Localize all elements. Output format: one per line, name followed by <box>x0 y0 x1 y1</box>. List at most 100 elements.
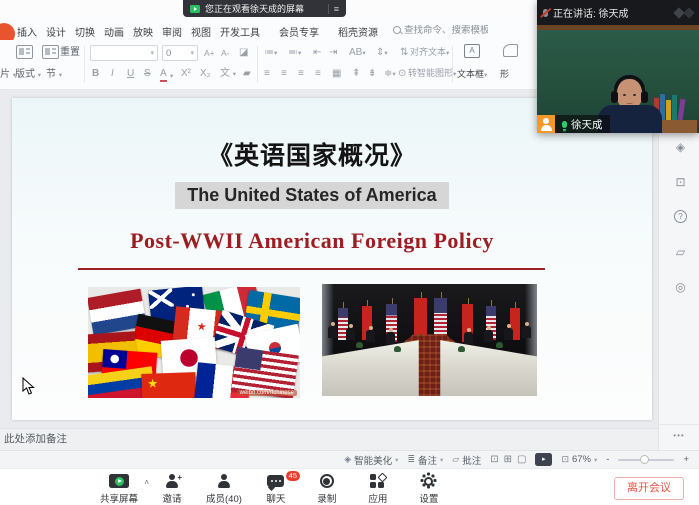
zoom-in-button[interactable]: + <box>683 454 689 465</box>
line-spacing-button[interactable]: ⇕▾ <box>376 46 388 60</box>
command-search[interactable] <box>393 23 488 38</box>
slide-title[interactable]: 《英语国家概况》 <box>12 136 612 172</box>
beautify-icon[interactable]: ◈ <box>673 140 688 155</box>
shape-icon[interactable] <box>503 44 518 57</box>
slide-subtitle[interactable]: The United States of America <box>175 182 448 209</box>
search-input[interactable] <box>404 25 488 36</box>
subscript-button[interactable]: X₂ <box>200 67 211 80</box>
section-dropdown[interactable]: 节 ▾ <box>46 68 62 82</box>
menu-devtools[interactable]: 开发工具 <box>220 24 260 39</box>
help-icon[interactable]: ? <box>674 210 687 223</box>
font-family-select[interactable]: ▾ <box>90 45 158 61</box>
more-icon[interactable]: ••• <box>659 424 699 450</box>
menu-insert[interactable]: 插入 <box>17 24 37 39</box>
smart-beautify-button[interactable]: ◈ 智能美化 ▾ <box>344 453 398 467</box>
move-up-button[interactable]: ⇞ <box>352 67 360 80</box>
underline-button[interactable]: U <box>127 67 134 80</box>
menu-review[interactable]: 审阅 <box>162 24 182 39</box>
slide-sorter-button[interactable]: ⊞ <box>504 454 512 465</box>
numbered-list-button[interactable]: ≕▾ <box>288 46 301 60</box>
share-screen-button[interactable]: ˄ 共享屏幕 <box>100 473 138 505</box>
share-screen-chevron[interactable]: ˄ <box>144 478 149 487</box>
call-header[interactable]: 正在讲话: 徐天成 <box>537 0 699 25</box>
zoom-knob[interactable] <box>640 455 649 464</box>
screen-share-banner[interactable]: 您正在观看徐天成的屏幕 ≡ <box>183 0 346 17</box>
members-button[interactable]: 成员(40) <box>206 473 242 505</box>
slide-heading[interactable]: Post-WWII American Foreign Policy <box>12 228 612 254</box>
zoom-level[interactable]: ⊡ 67% ▾ <box>561 454 597 465</box>
reset-button[interactable]: 重置 <box>60 46 80 59</box>
video-feed[interactable]: 徐天成 <box>537 25 699 133</box>
tips-icon[interactable]: ◎ <box>673 280 688 295</box>
flags-collage-image[interactable]: weibo.com/ftchinese <box>88 287 300 398</box>
decrease-font-button[interactable]: A- <box>221 47 230 60</box>
invite-button[interactable]: + 邀请 <box>155 473 189 505</box>
mic-active-icon <box>562 121 567 128</box>
textbox-dropdown[interactable]: 文本框▾ <box>457 68 487 82</box>
align-text-dropdown[interactable]: 对齐文本▾ <box>410 46 449 60</box>
bold-button[interactable]: B <box>92 67 99 80</box>
align-right-button[interactable]: ≡ <box>298 67 304 80</box>
leave-meeting-button[interactable]: 离开会议 <box>614 477 684 500</box>
menu-membership[interactable]: 会员专享 <box>279 24 319 39</box>
notes-bar[interactable]: 此处添加备注 <box>0 428 658 450</box>
increase-indent-button[interactable]: ⇥ <box>329 46 337 59</box>
increase-font-button[interactable]: A+ <box>204 47 215 60</box>
highlight-button[interactable]: ▰ <box>243 67 251 80</box>
slides-panel-icon[interactable]: ⊡ <box>673 175 688 190</box>
banner-menu-icon[interactable]: ≡ <box>334 4 339 14</box>
meeting-logo-icon <box>683 7 694 18</box>
align-left-button[interactable]: ≡ <box>264 67 270 80</box>
normal-view-button[interactable]: ⊡ <box>490 454 498 465</box>
comments-button[interactable]: ▱ 批注 <box>452 453 481 467</box>
menu-docer[interactable]: 稻壳资源 <box>338 24 378 39</box>
zoom-out-button[interactable]: - <box>606 454 609 465</box>
font-color-dropdown[interactable]: ▾ <box>170 70 173 83</box>
italic-button[interactable]: I <box>111 67 114 80</box>
zoom-slider[interactable] <box>618 459 674 461</box>
convert-smart-graphic-button[interactable]: 转智能图形▾ <box>408 67 456 81</box>
notes-icon: ≣ <box>407 454 415 465</box>
distribute-button[interactable]: ▦ <box>332 67 341 80</box>
align-center-button[interactable]: ≡ <box>281 67 287 80</box>
paragraph-button[interactable]: ≑▾ <box>384 67 396 81</box>
layout-icon[interactable] <box>16 45 33 59</box>
edit-feedback-icon[interactable]: ▱ <box>673 245 688 260</box>
justify-button[interactable]: ≡ <box>315 67 321 80</box>
shape-dropdown[interactable]: 形 <box>500 68 509 81</box>
clear-format-icon[interactable]: ◪ <box>239 46 248 59</box>
slide[interactable]: 《英语国家概况》 The United States of America Po… <box>12 98 652 420</box>
textbox-icon[interactable]: A <box>464 44 480 58</box>
slide-dropdown[interactable]: 片 ▾ <box>0 68 16 82</box>
photo-plant <box>356 342 363 348</box>
comment-icon: ▱ <box>452 454 459 465</box>
move-down-button[interactable]: ⇟ <box>368 67 376 80</box>
video-call-window[interactable]: 正在讲话: 徐天成 <box>537 0 699 133</box>
layout-dropdown[interactable]: 版式 ▾ <box>15 68 41 82</box>
font-size-select[interactable]: 0▾ <box>162 45 198 61</box>
reading-view-button[interactable]: ▢ <box>517 454 526 465</box>
diplomatic-meeting-image[interactable] <box>322 284 537 396</box>
menu-view[interactable]: 视图 <box>191 24 211 39</box>
menu-transition[interactable]: 切换 <box>75 24 95 39</box>
phonetic-guide-button[interactable]: 文 ▾ <box>220 67 236 81</box>
font-color-button[interactable]: A <box>160 67 167 82</box>
apps-button[interactable]: 应用 <box>361 473 395 505</box>
settings-button[interactable]: 设置 <box>412 473 446 505</box>
members-icon <box>217 474 231 489</box>
decrease-indent-button[interactable]: ⇤ <box>313 46 321 59</box>
strikethrough-button[interactable]: S <box>144 67 151 80</box>
menu-slideshow[interactable]: 放映 <box>133 24 153 39</box>
headphones-icon <box>614 75 645 91</box>
superscript-button[interactable]: X² <box>181 67 191 80</box>
record-button[interactable]: 录制 <box>310 473 344 505</box>
photo-plant <box>496 342 503 348</box>
reset-icon[interactable] <box>42 45 59 59</box>
notes-button[interactable]: ≣ 备注 ▾ <box>407 453 443 467</box>
menu-design[interactable]: 设计 <box>46 24 66 39</box>
play-slideshow-button[interactable]: ▸ <box>535 453 552 466</box>
chat-button[interactable]: 45 聊天 <box>259 473 293 505</box>
menu-animation[interactable]: 动画 <box>104 24 124 39</box>
bullet-list-button[interactable]: ≔▾ <box>264 46 277 60</box>
text-direction-button[interactable]: AB▾ <box>349 46 366 60</box>
